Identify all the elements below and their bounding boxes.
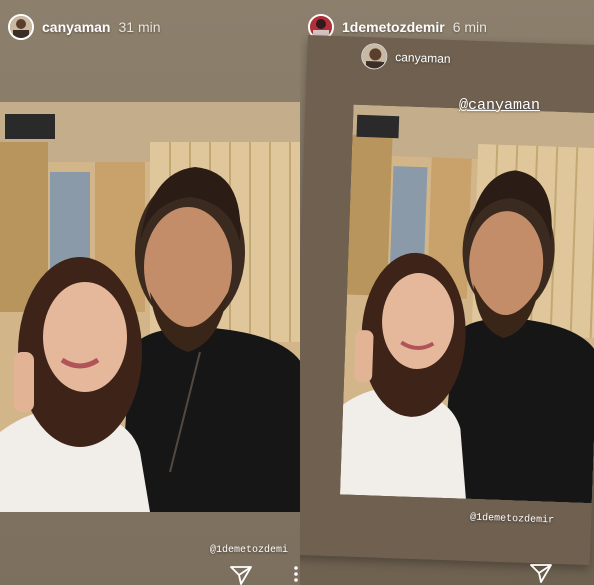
repost-username[interactable]: canyaman bbox=[395, 50, 451, 66]
mention-tag-top[interactable]: @canyaman bbox=[459, 97, 540, 114]
repost-header: canyaman bbox=[360, 42, 451, 72]
paper-plane-icon[interactable] bbox=[230, 565, 252, 585]
story-photo-right bbox=[339, 104, 594, 504]
timestamp: 6 min bbox=[452, 19, 487, 35]
mention-tag-left[interactable]: @1demetozdemi bbox=[210, 545, 288, 556]
username-label[interactable]: 1demetozdemir bbox=[342, 19, 445, 35]
more-options-icon[interactable] bbox=[293, 565, 299, 583]
reposted-story-card[interactable]: canyaman bbox=[300, 35, 594, 566]
timestamp: 31 min bbox=[118, 19, 161, 35]
avatar-canyaman[interactable] bbox=[8, 14, 34, 40]
story-header-left: canyaman 31 min bbox=[8, 9, 293, 45]
username-label[interactable]: canyaman bbox=[42, 19, 110, 35]
paper-plane-icon[interactable] bbox=[530, 563, 552, 583]
story-panel-right[interactable]: 1demetozdemir 6 min canyaman bbox=[300, 0, 594, 585]
story-photo-left bbox=[0, 102, 301, 512]
story-panel-left[interactable]: canyaman 31 min @1demetozdemi bbox=[0, 0, 301, 585]
avatar-canyaman[interactable] bbox=[360, 42, 388, 70]
